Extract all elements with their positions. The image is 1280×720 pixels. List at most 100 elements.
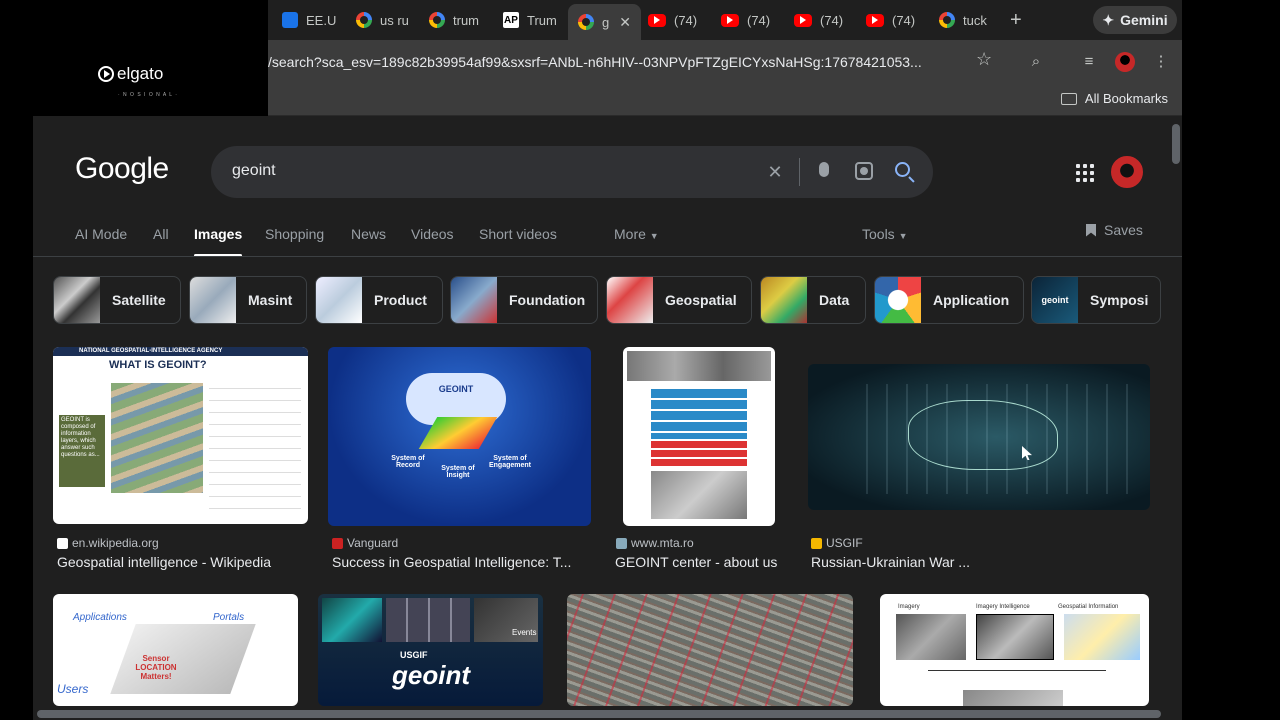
result-source[interactable]: USGIF xyxy=(811,536,863,550)
microphone-icon[interactable] xyxy=(819,162,829,177)
bookmarks-bar: All Bookmarks xyxy=(268,84,1182,116)
google-logo[interactable]: Google xyxy=(75,152,169,186)
tab-8[interactable]: (74) xyxy=(794,8,843,32)
bookmark-star-icon[interactable]: ☆ xyxy=(976,49,992,70)
gemini-button[interactable]: ✦ Gemini xyxy=(1093,6,1177,34)
address-bar[interactable]: /search?sca_esv=189c82b39954af99&sxsrf=A… xyxy=(268,47,1008,77)
thumb-map xyxy=(1064,614,1140,660)
chip-satellite[interactable]: Satellite xyxy=(53,276,181,324)
search-icon[interactable] xyxy=(895,162,910,177)
thumb-photo xyxy=(896,614,966,660)
tab-ai-mode[interactable]: AI Mode xyxy=(75,226,127,242)
thumb-photo xyxy=(386,598,470,642)
wikipedia-favicon-icon xyxy=(57,537,68,549)
tab-videos[interactable]: Videos xyxy=(411,226,454,242)
result-source[interactable]: Vanguard xyxy=(332,536,398,550)
tab-10[interactable]: tuck xyxy=(939,8,987,32)
result-thumbnail-row2[interactable]: Events USGIF geoint xyxy=(318,594,543,706)
tab-7[interactable]: (74) xyxy=(721,8,770,32)
search-input[interactable]: geoint xyxy=(232,162,276,180)
tab-2[interactable]: us ru xyxy=(356,8,409,32)
thumb-layers-red xyxy=(651,441,747,467)
result-title[interactable]: Russian-Ukrainian War ... xyxy=(811,554,1141,570)
tab-more[interactable]: More ▼ xyxy=(614,226,659,242)
chip-geospatial[interactable]: Geospatial xyxy=(606,276,752,324)
search-box[interactable]: geoint ✕ xyxy=(211,146,933,198)
bookmark-icon xyxy=(1086,223,1096,237)
result-source[interactable]: en.wikipedia.org xyxy=(57,536,159,550)
thumb-grid xyxy=(848,384,1128,494)
reading-list-icon[interactable]: ≡ xyxy=(1079,52,1099,72)
page-search-icon[interactable]: ⌕ xyxy=(1026,52,1046,72)
tab-strip: EE.U us ru trum AP Trum g ✕ (74) (74) (74)… xyxy=(268,0,1182,40)
tab-short-videos[interactable]: Short videos xyxy=(479,226,557,242)
google-lens-icon[interactable] xyxy=(855,162,873,180)
tab-active[interactable]: g ✕ xyxy=(568,4,641,40)
thumb-map xyxy=(651,471,747,519)
tab-all[interactable]: All xyxy=(153,226,169,242)
caret-down-icon: ▼ xyxy=(649,231,659,241)
result-thumbnail[interactable] xyxy=(623,347,775,526)
folder-icon xyxy=(1060,92,1077,105)
google-images-page: Google geoint ✕ AI Mode All Images Shopp… xyxy=(33,116,1182,720)
new-tab-button[interactable]: + xyxy=(1010,9,1022,32)
tab-6[interactable]: (74) xyxy=(648,8,697,32)
result-source[interactable]: www.mta.ro xyxy=(616,536,694,550)
chip-thumbnail: geoint xyxy=(1032,277,1078,323)
all-bookmarks-button[interactable]: All Bookmarks xyxy=(1060,91,1168,106)
result-title[interactable]: Success in Geospatial Intelligence: T... xyxy=(332,554,594,570)
result-thumbnail[interactable]: GEOINT System of Record System of Insigh… xyxy=(328,347,591,526)
tab-shopping[interactable]: Shopping xyxy=(265,226,324,242)
elgato-logo-text: elgato xyxy=(117,64,164,83)
thumb-label: System of Record xyxy=(391,455,425,469)
search-divider xyxy=(799,158,800,186)
chip-masint[interactable]: Masint xyxy=(189,276,307,324)
thumb-label: System of Engagement xyxy=(488,455,531,469)
result-thumbnail-row2[interactable]: Applications Portals Sensor LOCATION Mat… xyxy=(53,594,298,706)
google-favicon-icon xyxy=(578,14,594,30)
menu-kebab-icon[interactable]: ⋮ xyxy=(1151,52,1171,72)
youtube-favicon-icon xyxy=(648,13,666,27)
chip-thumbnail xyxy=(607,277,653,323)
result-thumbnail-row2[interactable] xyxy=(567,594,853,706)
profile-avatar-small[interactable] xyxy=(1115,52,1135,72)
vertical-scrollbar[interactable] xyxy=(1172,124,1180,164)
result-thumbnail-row2[interactable]: Imagery Imagery Intelligence Geospatial … xyxy=(880,594,1149,706)
youtube-favicon-icon xyxy=(794,13,812,27)
clear-search-icon[interactable]: ✕ xyxy=(763,160,787,184)
saves-button[interactable]: Saves xyxy=(1086,222,1143,238)
tab-4[interactable]: AP Trum xyxy=(503,8,557,32)
google-favicon-icon xyxy=(356,12,372,28)
tab-news[interactable]: News xyxy=(351,226,386,242)
close-tab-icon[interactable]: ✕ xyxy=(619,14,631,31)
tab-images[interactable]: Images xyxy=(194,226,243,257)
thumb-label: Sensor LOCATION Matters! xyxy=(135,654,177,681)
chip-foundation[interactable]: Foundation xyxy=(450,276,598,324)
thumb-photo xyxy=(963,690,1063,706)
result-title[interactable]: Geospatial intelligence - Wikipedia xyxy=(57,554,307,570)
thumb-photo xyxy=(322,598,382,642)
thumb-banner: NATIONAL GEOSPATIAL-INTELLIGENCE AGENCY xyxy=(53,347,308,356)
result-title[interactable]: GEOINT center - about us xyxy=(615,554,785,570)
chip-symposium[interactable]: geoint Symposi xyxy=(1031,276,1161,324)
thumb-damage-overlay xyxy=(567,594,853,706)
chip-application[interactable]: Application xyxy=(874,276,1024,324)
result-thumbnail[interactable] xyxy=(808,364,1150,510)
thumb-heading: WHAT IS GEOINT? xyxy=(109,359,207,371)
tab-1[interactable]: EE.U xyxy=(282,8,336,32)
caret-down-icon: ▼ xyxy=(898,231,908,241)
chip-data[interactable]: Data xyxy=(760,276,866,324)
account-avatar[interactable] xyxy=(1111,156,1143,188)
chip-thumbnail xyxy=(54,277,100,323)
google-apps-icon[interactable] xyxy=(1076,164,1094,182)
nav-divider xyxy=(33,256,1182,257)
tab-3[interactable]: trum xyxy=(429,8,479,32)
thumb-connector xyxy=(928,670,1106,671)
thumb-label: Imagery Intelligence xyxy=(976,604,1030,610)
tools-button[interactable]: Tools ▼ xyxy=(862,226,908,242)
sparkle-icon: ✦ xyxy=(1102,11,1115,28)
horizontal-scrollbar[interactable] xyxy=(37,710,1161,718)
chip-product[interactable]: Product xyxy=(315,276,443,324)
result-thumbnail[interactable]: NATIONAL GEOSPATIAL-INTELLIGENCE AGENCY … xyxy=(53,347,308,524)
tab-9[interactable]: (74) xyxy=(866,8,915,32)
